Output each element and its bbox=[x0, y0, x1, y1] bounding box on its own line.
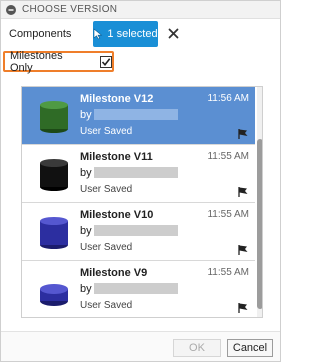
milestones-only-label: Milestones Only bbox=[10, 49, 63, 74]
choose-version-dialog: CHOOSE VERSION Components 1 selected Mil… bbox=[0, 0, 281, 362]
redacted-author bbox=[94, 167, 178, 178]
version-item[interactable]: Milestone V12 11:56 AM by User Saved bbox=[22, 87, 255, 145]
version-author-prefix: by bbox=[80, 167, 92, 179]
scrollbar-thumb[interactable] bbox=[257, 139, 262, 309]
selection-button[interactable]: 1 selected bbox=[93, 21, 158, 47]
milestones-only-checkbox[interactable] bbox=[100, 55, 112, 68]
version-description: User Saved bbox=[80, 184, 133, 195]
component-thumbnail-icon bbox=[40, 159, 68, 191]
version-author-prefix: by bbox=[80, 225, 92, 237]
milestone-flag-icon bbox=[238, 129, 248, 139]
version-name: Milestone V9 bbox=[80, 267, 148, 279]
milestone-flag-icon bbox=[238, 303, 248, 313]
version-time: 11:55 AM bbox=[207, 209, 249, 220]
version-item[interactable]: Milestone V10 11:55 AM by User Saved bbox=[22, 203, 255, 261]
ok-button[interactable]: OK bbox=[173, 339, 221, 357]
version-name: Milestone V12 bbox=[80, 93, 154, 105]
milestone-flag-icon bbox=[238, 245, 248, 255]
version-author-prefix: by bbox=[80, 109, 92, 121]
component-thumbnail-icon bbox=[40, 101, 68, 133]
redacted-author bbox=[94, 109, 178, 120]
redacted-author bbox=[94, 283, 178, 294]
components-row: Components 1 selected bbox=[1, 21, 280, 47]
selection-count: 1 selected bbox=[107, 28, 158, 40]
version-item[interactable]: Milestone V9 11:55 AM by User Saved bbox=[22, 261, 255, 317]
list-scrollbar[interactable] bbox=[257, 87, 262, 317]
redacted-author bbox=[94, 225, 178, 236]
dialog-footer: OK Cancel bbox=[1, 331, 280, 361]
version-name: Milestone V10 bbox=[80, 209, 154, 221]
dialog-title: CHOOSE VERSION bbox=[22, 4, 118, 15]
component-thumbnail-icon bbox=[40, 217, 68, 249]
version-item[interactable]: Milestone V11 11:55 AM by User Saved bbox=[22, 145, 255, 203]
version-description: User Saved bbox=[80, 126, 133, 137]
version-list: Milestone V12 11:56 AM by User Saved Mil… bbox=[21, 86, 263, 318]
collapse-icon[interactable] bbox=[6, 4, 16, 15]
component-thumbnail-icon bbox=[40, 284, 68, 306]
cancel-button[interactable]: Cancel bbox=[227, 339, 273, 357]
version-author-prefix: by bbox=[80, 283, 92, 295]
titlebar: CHOOSE VERSION bbox=[1, 1, 280, 19]
version-time: 11:55 AM bbox=[207, 151, 249, 162]
version-description: User Saved bbox=[80, 242, 133, 253]
milestone-flag-icon bbox=[238, 187, 248, 197]
components-label: Components bbox=[9, 28, 72, 40]
version-description: User Saved bbox=[80, 300, 133, 311]
clear-selection-icon[interactable] bbox=[165, 25, 181, 41]
version-name: Milestone V11 bbox=[80, 151, 153, 163]
cursor-icon bbox=[93, 28, 103, 40]
version-time: 11:56 AM bbox=[207, 93, 249, 104]
milestones-only-toggle[interactable]: Milestones Only bbox=[3, 49, 114, 74]
version-time: 11:55 AM bbox=[207, 267, 249, 278]
